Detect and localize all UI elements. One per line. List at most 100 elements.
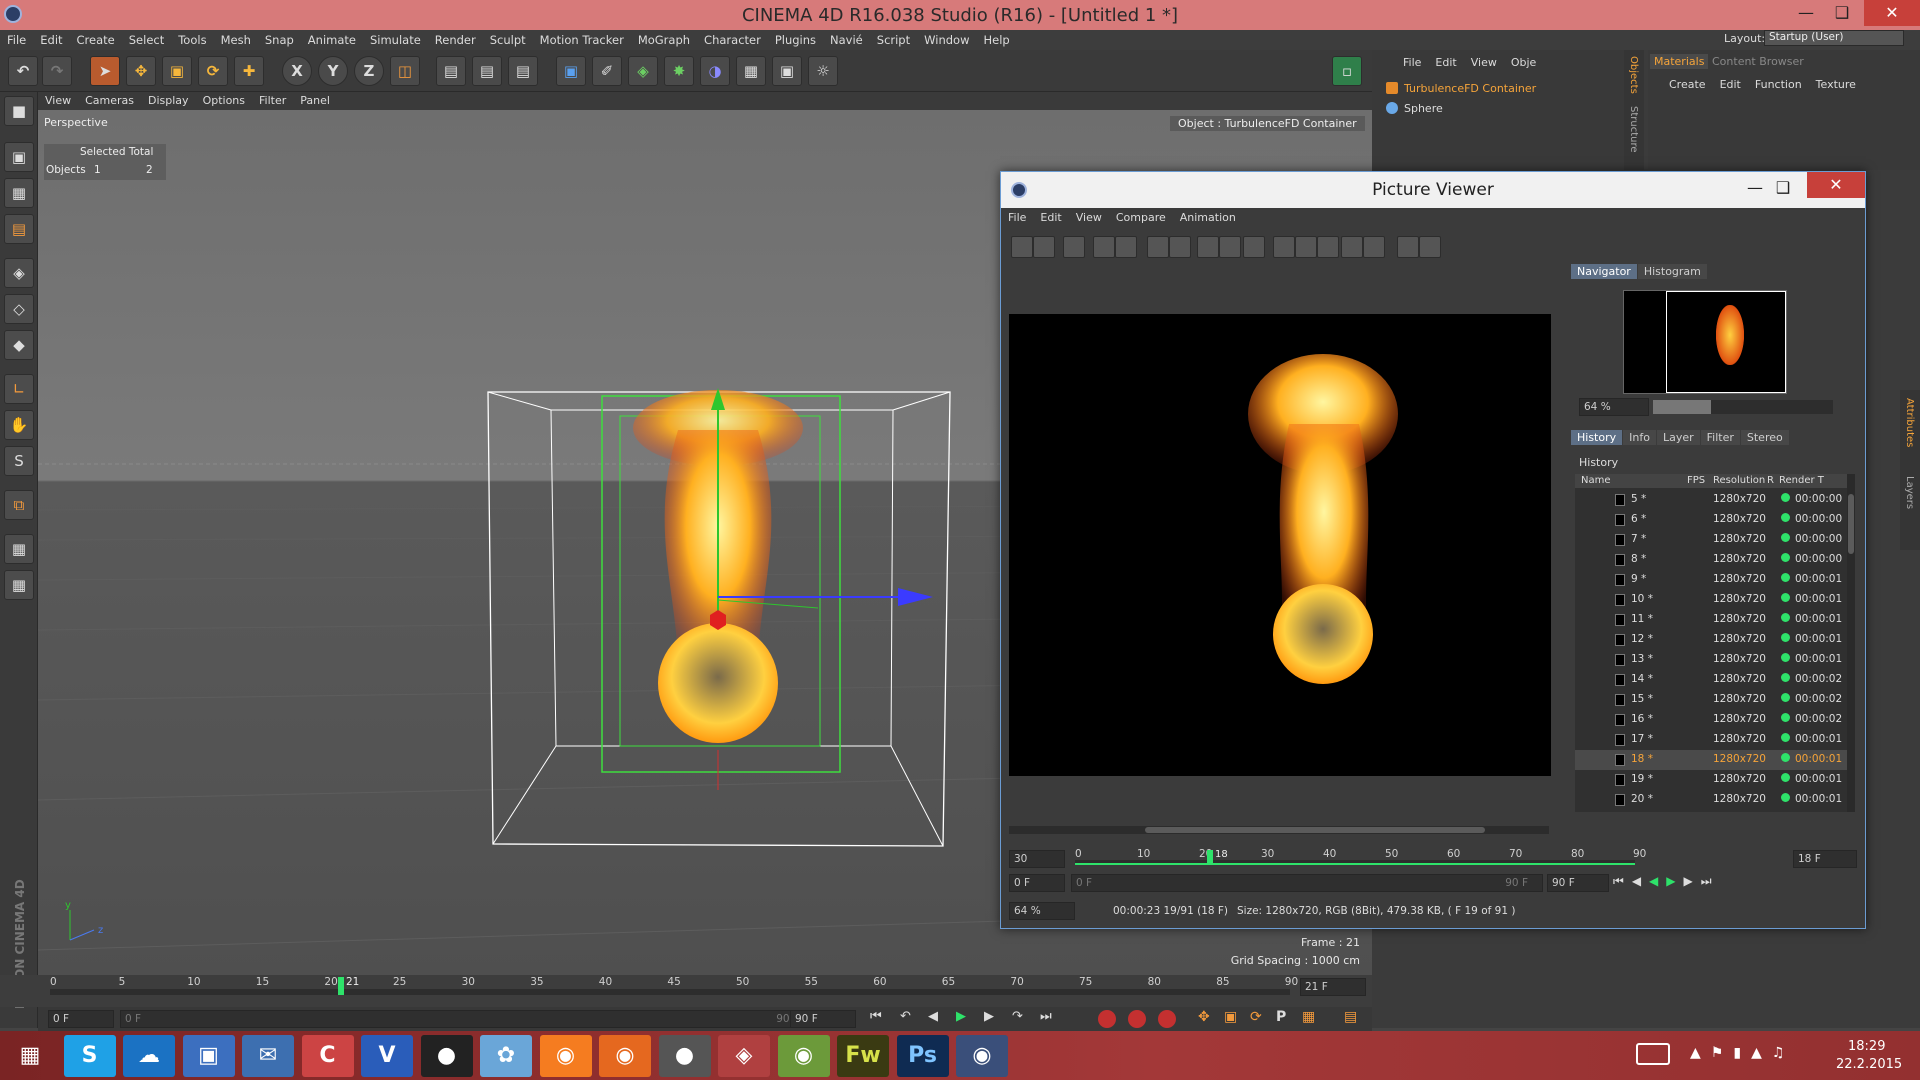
history-row[interactable]: 11 * 1280x720 00:00:01 xyxy=(1575,610,1847,630)
menu-item-17[interactable]: Window xyxy=(917,30,976,50)
axis-mode-button[interactable]: ∟ xyxy=(4,374,34,404)
pv-end-field[interactable]: 90 F xyxy=(1547,874,1609,892)
clock-date[interactable]: 22.2.2015 xyxy=(1836,1057,1902,1072)
workplane-button[interactable]: ▦ xyxy=(4,534,34,564)
pv-go-start-button[interactable]: ⏮ xyxy=(1613,874,1632,888)
skype-icon[interactable]: S xyxy=(63,1035,116,1077)
menu-item-13[interactable]: Character xyxy=(697,30,768,50)
menu-item-0[interactable]: File xyxy=(0,30,33,50)
navigator-zoom-slider[interactable] xyxy=(1653,400,1833,414)
move-key-button[interactable]: ✥ xyxy=(1198,1009,1218,1029)
pv-timeline[interactable]: 0 10 20 30 40 50 60 70 80 90 18 xyxy=(1071,848,1646,870)
material-tab-materials[interactable]: Materials xyxy=(1650,54,1709,69)
magnet-button[interactable]: ⧉ xyxy=(4,490,34,520)
rotate-key-button[interactable]: ⟳ xyxy=(1250,1009,1270,1029)
menu-item-9[interactable]: Render xyxy=(428,30,483,50)
history-row[interactable]: 12 * 1280x720 00:00:01 xyxy=(1575,630,1847,650)
scale-tool-button[interactable]: ▣ xyxy=(162,56,192,86)
messenger-icon[interactable]: ✉ xyxy=(242,1035,294,1077)
next-key-button[interactable]: ↷ xyxy=(1012,1009,1034,1029)
texture-mode-button[interactable]: ▦ xyxy=(4,178,34,208)
object-manager-menu-item-2[interactable]: View xyxy=(1464,56,1504,69)
material-manager-menu-item-2[interactable]: Function xyxy=(1748,78,1809,91)
cloner-button[interactable]: ✸ xyxy=(664,56,694,86)
tab-layer[interactable]: Layer xyxy=(1656,430,1700,445)
channel-b-button[interactable] xyxy=(1295,236,1317,258)
material-manager-menu-item-1[interactable]: Edit xyxy=(1713,78,1748,91)
max-frame-field[interactable]: 90 F xyxy=(790,1010,856,1028)
tab-stereo[interactable]: Stereo xyxy=(1740,430,1789,445)
history-vscrollbar[interactable] xyxy=(1847,474,1855,812)
paint-icon[interactable]: ✿ xyxy=(480,1035,532,1077)
menu-item-10[interactable]: Sculpt xyxy=(483,30,533,50)
menu-item-15[interactable]: Navié xyxy=(823,30,870,50)
cube-object-button[interactable]: ▣ xyxy=(556,56,586,86)
scale-key-button[interactable]: ▣ xyxy=(1224,1009,1244,1029)
coordinate-system-button[interactable]: ◫ xyxy=(390,56,420,86)
keyframe-selection-button[interactable] xyxy=(1158,1010,1176,1028)
flag-icon[interactable]: ⚑ xyxy=(1711,1045,1734,1061)
history-row[interactable]: 5 * 1280x720 00:00:00 xyxy=(1575,490,1847,510)
spline-pen-button[interactable]: ✐ xyxy=(592,56,622,86)
full-screen-button[interactable] xyxy=(1063,236,1085,258)
param-key-button[interactable]: P xyxy=(1276,1009,1296,1029)
origin-icon[interactable]: ◉ xyxy=(539,1035,592,1077)
viewport-menu-item-3[interactable]: Options xyxy=(196,92,252,110)
object-manager-menu-item-0[interactable]: File xyxy=(1396,56,1428,69)
volume-icon[interactable]: ♫ xyxy=(1772,1045,1795,1061)
y-axis-button[interactable]: Y xyxy=(318,56,348,86)
z-axis-button[interactable]: Z xyxy=(354,56,384,86)
maximize-button[interactable]: ❑ xyxy=(1820,0,1864,26)
play-button[interactable]: ▶ xyxy=(956,1009,978,1029)
split-button[interactable] xyxy=(1341,236,1363,258)
history-row[interactable]: 8 * 1280x720 00:00:00 xyxy=(1575,550,1847,570)
menu-item-14[interactable]: Plugins xyxy=(768,30,823,50)
menu-item-8[interactable]: Simulate xyxy=(363,30,428,50)
pv-play-back-button[interactable]: ◀ xyxy=(1649,874,1666,888)
menu-item-16[interactable]: Script xyxy=(870,30,917,50)
polygons-mode-button[interactable]: ◆ xyxy=(4,330,34,360)
render-view-button[interactable]: ▤ xyxy=(436,56,466,86)
side-tab-structure[interactable]: Structure xyxy=(1628,106,1639,153)
pv-playhead[interactable] xyxy=(1207,850,1213,864)
object-manager-menu-item-3[interactable]: Obje xyxy=(1504,56,1543,69)
menu-item-18[interactable]: Help xyxy=(976,30,1016,50)
menu-item-12[interactable]: MoGraph xyxy=(631,30,697,50)
pv-close-button[interactable]: ✕ xyxy=(1807,172,1865,198)
pv-range-slider[interactable]: 0 F 90 F xyxy=(1071,874,1543,892)
ab-compare-button[interactable] xyxy=(1169,236,1191,258)
deformer-button[interactable]: ◑ xyxy=(700,56,730,86)
light-button[interactable]: ☼ xyxy=(808,56,838,86)
material-tab-content-browser[interactable]: Content Browser xyxy=(1708,54,1808,69)
windows-start-icon[interactable]: ▦ xyxy=(4,1035,56,1077)
history-row[interactable]: 15 * 1280x720 00:00:02 xyxy=(1575,690,1847,710)
next-frame-button[interactable]: ▶ xyxy=(984,1009,1006,1029)
camera-button[interactable]: ▣ xyxy=(772,56,802,86)
menu-item-5[interactable]: Mesh xyxy=(214,30,258,50)
history-row[interactable]: 10 * 1280x720 00:00:01 xyxy=(1575,590,1847,610)
viewport-menu-item-2[interactable]: Display xyxy=(141,92,196,110)
side-tab-objects[interactable]: Objects xyxy=(1628,56,1639,94)
x-axis-button[interactable]: X xyxy=(282,56,312,86)
start-frame-field[interactable]: 0 F xyxy=(48,1010,114,1028)
pv-maximize-button[interactable]: ❑ xyxy=(1771,178,1795,202)
floor-button[interactable]: ▦ xyxy=(736,56,766,86)
timeline-playhead[interactable] xyxy=(338,977,344,995)
history-row[interactable]: 13 * 1280x720 00:00:01 xyxy=(1575,650,1847,670)
history-row[interactable]: 19 * 1280x720 00:00:01 xyxy=(1575,770,1847,790)
tab-histogram[interactable]: Histogram xyxy=(1637,264,1707,279)
picture-viewer-menu-item-3[interactable]: Compare xyxy=(1109,208,1173,228)
render-hscrollbar-thumb[interactable] xyxy=(1145,827,1485,833)
col-name[interactable]: Name xyxy=(1581,475,1611,486)
stop-render-button[interactable] xyxy=(1147,236,1169,258)
edges-mode-button[interactable]: ◇ xyxy=(4,294,34,324)
pv-fps-field[interactable]: 30 xyxy=(1009,850,1065,868)
pv-status-zoom[interactable]: 64 % xyxy=(1009,902,1075,920)
pv-minimize-button[interactable]: — xyxy=(1743,178,1767,202)
firefox-icon[interactable]: ◉ xyxy=(599,1035,651,1077)
save-image-button[interactable] xyxy=(1033,236,1055,258)
viewport-menu-item-5[interactable]: Panel xyxy=(293,92,337,110)
layout-switch-button[interactable]: ▫ xyxy=(1332,56,1362,86)
render-picture-viewer-button[interactable]: ▤ xyxy=(472,56,502,86)
picture-viewer-menu-item-1[interactable]: Edit xyxy=(1033,208,1068,228)
